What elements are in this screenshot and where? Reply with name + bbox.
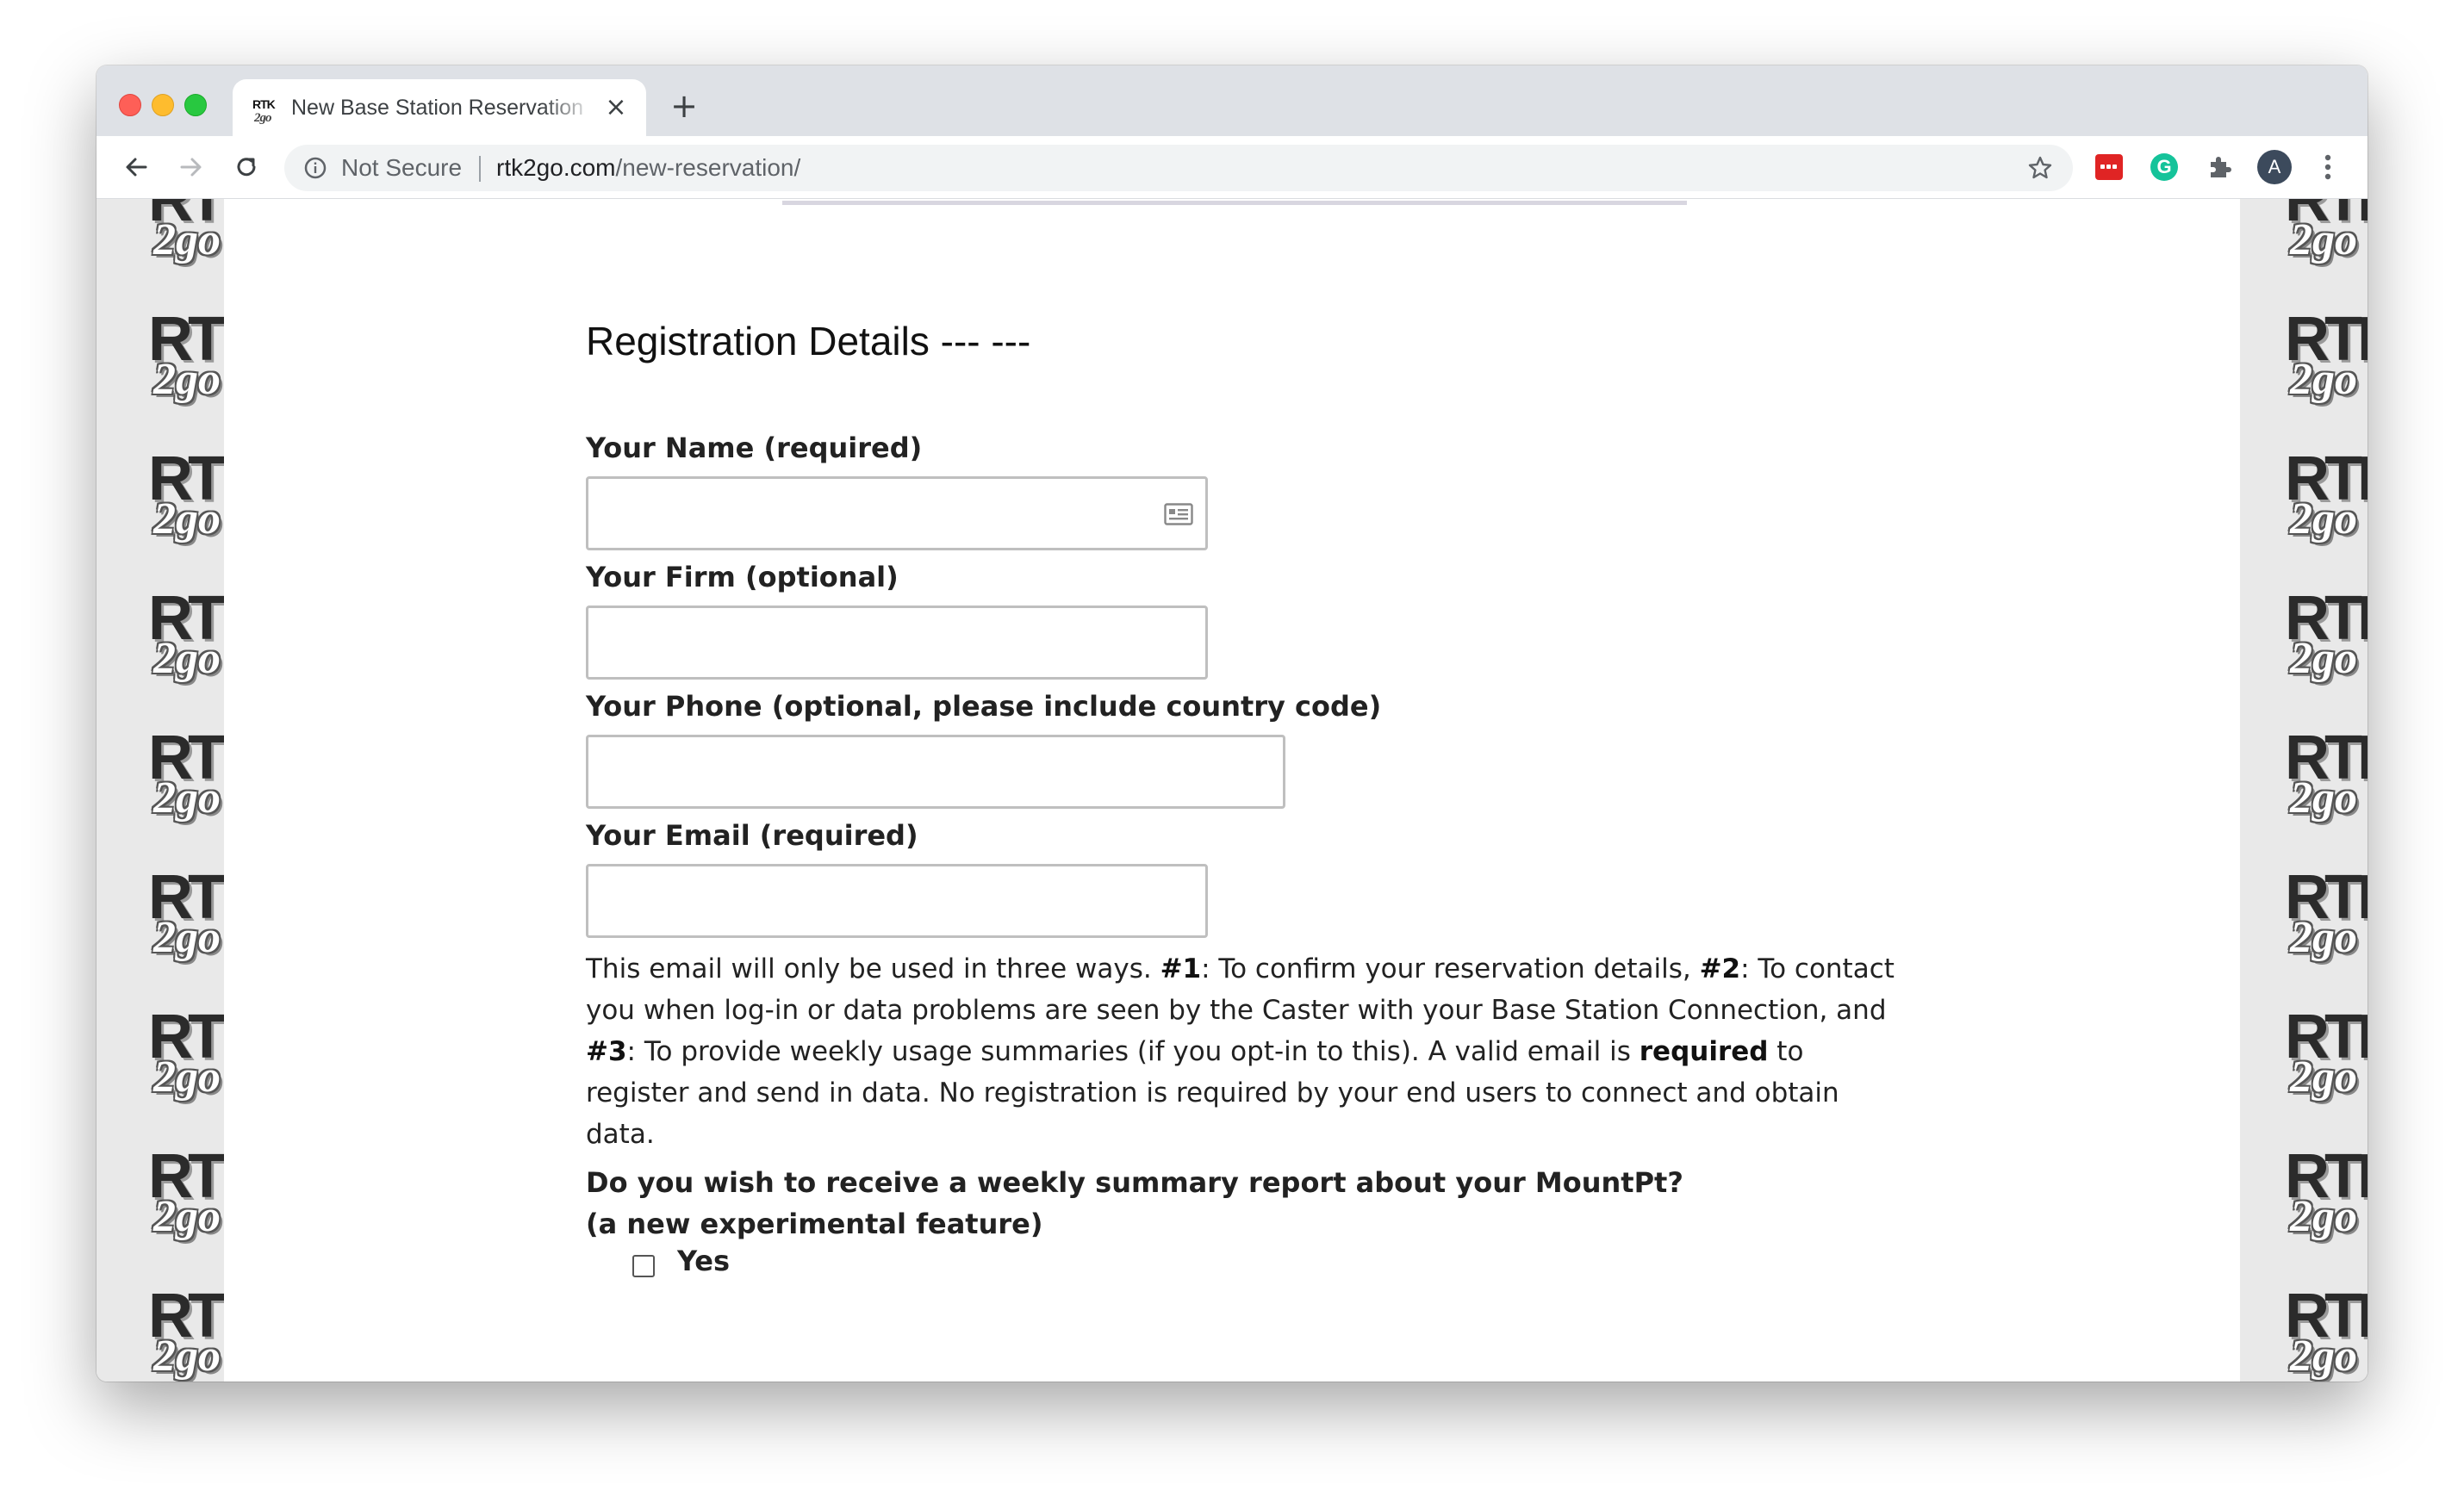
- name-input[interactable]: [586, 476, 1208, 550]
- email-label: Your Email (required): [586, 819, 918, 852]
- reload-icon: [237, 158, 256, 177]
- email-usage-help-text: This email will only be used in three wa…: [586, 948, 1904, 1155]
- help-bold-2: #2: [1699, 953, 1741, 984]
- address-bar[interactable]: Not Secure rtk2go.com/new-reservation/: [284, 145, 2073, 191]
- help-bold-3: #3: [586, 1036, 627, 1067]
- puzzle-icon: [2211, 157, 2231, 177]
- top-divider: [782, 201, 1687, 205]
- more-menu-icon[interactable]: [2312, 150, 2343, 184]
- rtk2go-logo-tile: RTK2go: [2285, 862, 2368, 1000]
- tab-title: New Base Station Reservation: [291, 96, 584, 120]
- logo-2go-text: 2go: [153, 494, 221, 543]
- browser-toolbar: Not Secure rtk2go.com/new-reservation/ G…: [96, 136, 2368, 199]
- new-tab-button[interactable]: +: [667, 90, 701, 124]
- svg-text:RTK: RTK: [252, 97, 276, 111]
- weekly-summary-yes-label[interactable]: Yes: [677, 1245, 730, 1277]
- profile-avatar[interactable]: A: [2257, 150, 2292, 184]
- logo-2go-text: 2go: [153, 634, 221, 683]
- url-text[interactable]: rtk2go.com/new-reservation/: [496, 154, 800, 182]
- maximize-window-button[interactable]: [184, 94, 207, 116]
- extension-grammarly-button[interactable]: G: [2149, 152, 2180, 183]
- phone-label: Your Phone (optional, please include cou…: [586, 690, 1382, 723]
- help-bold-1: #1: [1160, 953, 1202, 984]
- rtk2go-logo-tile: RTK2go: [2285, 723, 2368, 860]
- weekly-summary-question: Do you wish to receive a weekly summary …: [586, 1162, 1878, 1245]
- bookmark-star-icon[interactable]: [2026, 154, 2054, 182]
- tab-title-fade: [543, 88, 594, 127]
- arrow-left-icon: [126, 158, 147, 177]
- logo-2go-text: 2go: [2290, 355, 2357, 404]
- info-icon[interactable]: [303, 156, 327, 180]
- firm-input[interactable]: [586, 605, 1208, 680]
- browser-window: RTK 2go New Base Station Reservation × +: [96, 65, 2368, 1382]
- logo-2go-text: 2go: [153, 355, 221, 404]
- close-window-button[interactable]: [119, 94, 141, 116]
- weekly-summary-checkbox[interactable]: [632, 1255, 655, 1277]
- rtk2go-logo-tile: RTK2go: [2285, 444, 2368, 581]
- logo-2go-text: 2go: [2290, 215, 2357, 264]
- logo-2go-text: 2go: [153, 1332, 221, 1381]
- extensions-button[interactable]: [2204, 152, 2235, 183]
- contact-card-icon[interactable]: [1164, 503, 1193, 525]
- grammarly-icon: G: [2150, 153, 2178, 181]
- page-content: Registration Details --- --- Your Name (…: [224, 199, 2240, 1382]
- tab-new-base-station-reservation[interactable]: RTK 2go New Base Station Reservation ×: [233, 79, 646, 136]
- minimize-window-button[interactable]: [152, 94, 174, 116]
- tab-strip: RTK 2go New Base Station Reservation × +: [96, 65, 2368, 136]
- help-text-part: : To provide weekly usage summaries (if …: [626, 1036, 1640, 1067]
- phone-input[interactable]: [586, 735, 1285, 809]
- logo-2go-text: 2go: [153, 1192, 221, 1241]
- logo-2go-text: 2go: [2290, 1332, 2357, 1381]
- email-input[interactable]: [586, 864, 1208, 938]
- lastpass-icon: [2095, 154, 2123, 180]
- name-label: Your Name (required): [586, 432, 923, 464]
- firm-label: Your Firm (optional): [586, 561, 899, 593]
- rtk2go-logo-tile: RTK2go: [2285, 304, 2368, 442]
- logo-2go-text: 2go: [2290, 1053, 2357, 1102]
- logo-2go-text: 2go: [153, 1053, 221, 1102]
- logo-2go-text: 2go: [2290, 1192, 2357, 1241]
- logo-2go-text: 2go: [2290, 634, 2357, 683]
- help-text-part: : To confirm your reservation details,: [1201, 953, 1700, 984]
- logo-2go-text: 2go: [153, 773, 221, 823]
- forward-button[interactable]: [172, 148, 210, 186]
- arrow-right-icon: [180, 158, 202, 177]
- rtk2go-logo-tile: RTK2go: [2285, 1141, 2368, 1279]
- reload-button[interactable]: [227, 148, 265, 186]
- rtk2go-logo-tile: RTK2go: [2285, 583, 2368, 721]
- logo-2go-text: 2go: [153, 215, 221, 264]
- url-path: /new-reservation/: [615, 154, 801, 181]
- logo-2go-text: 2go: [2290, 494, 2357, 543]
- weekly-summary-question-line2: (a new experimental feature): [586, 1208, 1043, 1240]
- svg-text:2go: 2go: [253, 111, 271, 124]
- logo-2go-text: 2go: [153, 913, 221, 962]
- rtk2go-logo-tile: RTK2go: [2285, 1002, 2368, 1140]
- weekly-summary-question-line1: Do you wish to receive a weekly summary …: [586, 1166, 1683, 1199]
- address-separator: [479, 156, 481, 182]
- help-text-part: This email will only be used in three wa…: [586, 953, 1160, 984]
- logo-2go-text: 2go: [2290, 913, 2357, 962]
- rtk2go-logo-tile: RTK2go: [2285, 199, 2368, 302]
- logo-2go-text: 2go: [2290, 773, 2357, 823]
- registration-title: Registration Details --- ---: [586, 319, 1031, 363]
- rtk2go-logo-tile: RTK2go: [2285, 1281, 2368, 1382]
- page-viewport: RTK 2go RTK 2go RTK 2go RTK 2go RTK 2go RTK 2go RTK 2…: [96, 199, 2368, 1382]
- not-secure-label[interactable]: Not Secure: [341, 154, 462, 182]
- back-button[interactable]: [117, 148, 155, 186]
- url-host: rtk2go.com: [496, 154, 616, 181]
- tab-close-icon[interactable]: ×: [603, 95, 629, 121]
- help-bold-required: required: [1639, 1036, 1769, 1067]
- rtk2go-favicon-icon: RTK 2go: [252, 96, 279, 125]
- extension-lastpass-button[interactable]: [2094, 152, 2125, 183]
